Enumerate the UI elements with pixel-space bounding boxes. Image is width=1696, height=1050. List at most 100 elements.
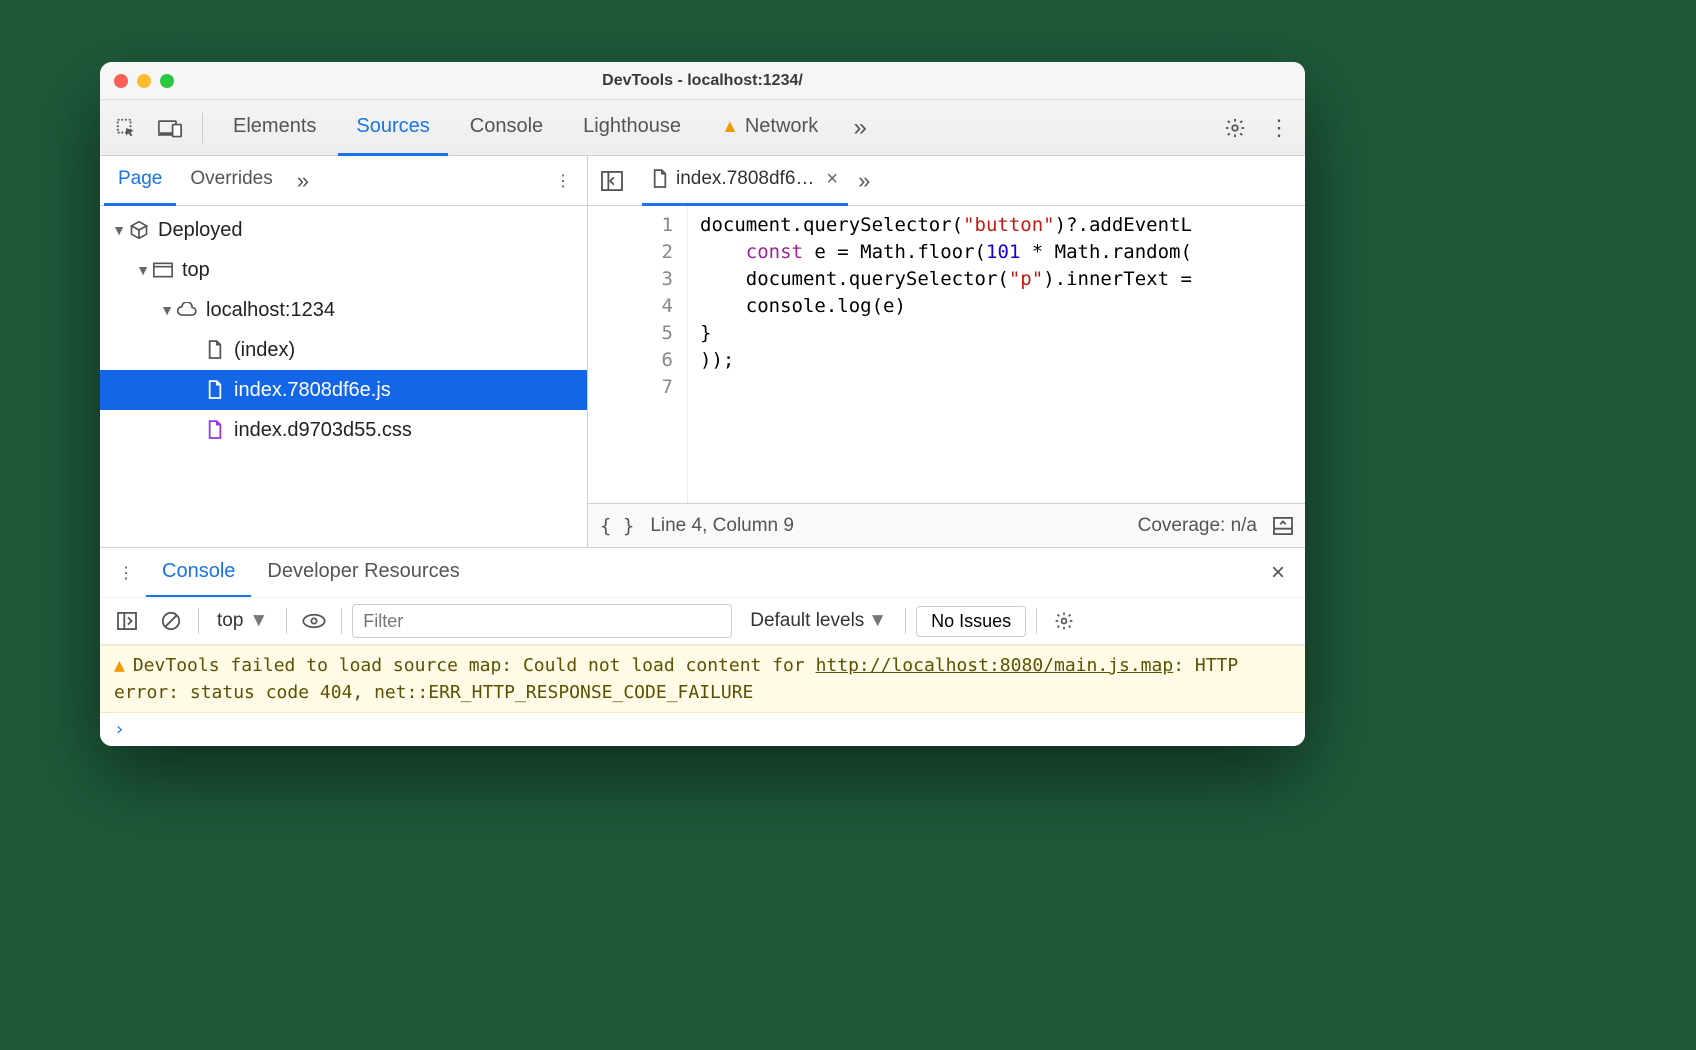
tree-label: top (182, 259, 210, 282)
more-tabs-icon[interactable]: » (840, 108, 880, 148)
tab-elements[interactable]: Elements (215, 100, 334, 156)
live-expression-icon[interactable] (297, 604, 331, 638)
navtab-more-icon[interactable]: » (287, 168, 319, 194)
editor-tab-label: index.7808df6… (676, 168, 814, 190)
inspect-element-icon[interactable] (106, 108, 146, 148)
tree-label: Deployed (158, 219, 243, 242)
code-body[interactable]: document.querySelector("button")?.addEve… (688, 206, 1305, 503)
line-number: 7 (588, 374, 673, 401)
navtab-page[interactable]: Page (104, 156, 176, 206)
issues-button[interactable]: No Issues (916, 606, 1026, 637)
tree-top[interactable]: ▼ top (100, 250, 587, 290)
divider (202, 113, 203, 143)
code-text: document.querySelector( (700, 214, 963, 236)
line-number: 6 (588, 347, 673, 374)
editor-tab-file[interactable]: index.7808df6… × (642, 156, 848, 206)
log-levels-select[interactable]: Default levels ▼ (742, 610, 895, 632)
sources-row: Page Overrides » ⋮ ▼ Deployed ▼ (100, 156, 1305, 547)
line-number: 1 (588, 212, 673, 239)
line-number: 4 (588, 293, 673, 320)
drawer-tabs: ⋮ Console Developer Resources × (100, 547, 1305, 597)
minimize-window-button[interactable] (137, 74, 151, 88)
tab-network[interactable]: ▲ Network (703, 100, 836, 156)
divider (905, 608, 906, 634)
tab-network-label: Network (745, 115, 818, 138)
tab-console[interactable]: Console (452, 100, 561, 156)
kebab-menu-icon[interactable]: ⋮ (1259, 108, 1299, 148)
drawer-tab-console[interactable]: Console (146, 548, 251, 598)
divider (286, 608, 287, 634)
settings-icon[interactable] (1215, 108, 1255, 148)
clear-console-icon[interactable] (154, 604, 188, 638)
navigator-kebab-icon[interactable]: ⋮ (543, 161, 583, 201)
toggle-navigator-icon[interactable] (594, 163, 630, 199)
file-tree: ▼ Deployed ▼ top ▼ (100, 206, 587, 547)
code-text: * Math.random( (1020, 241, 1192, 263)
divider (341, 608, 342, 634)
frame-icon (152, 262, 174, 278)
console-prompt[interactable]: › (100, 713, 1305, 746)
code-text (700, 241, 746, 263)
console-settings-icon[interactable] (1047, 604, 1081, 638)
line-gutter: 1 2 3 4 5 6 7 (588, 206, 688, 503)
tree-label: index.7808df6e.js (234, 379, 391, 402)
code-text: const (746, 241, 803, 263)
code-text: )?.addEventL (1055, 214, 1192, 236)
chevron-down-icon: ▼ (158, 302, 176, 318)
editor-statusbar: { } Line 4, Column 9 Coverage: n/a (588, 503, 1305, 547)
source-map-link[interactable]: http://localhost:8080/main.js.map (816, 655, 1174, 676)
warning-text: DevTools failed to load source map: Coul… (133, 655, 816, 676)
warning-icon: ▲ (114, 655, 125, 676)
code-text: ).innerText = (1043, 268, 1192, 290)
line-number: 5 (588, 320, 673, 347)
devtools-window: DevTools - localhost:1234/ Elements Sour… (100, 62, 1305, 746)
tab-lighthouse[interactable]: Lighthouse (565, 100, 699, 156)
code-text: "button" (963, 214, 1055, 236)
warning-icon: ▲ (721, 116, 739, 137)
drawer-kebab-icon[interactable]: ⋮ (106, 553, 146, 593)
coverage-label: Coverage: n/a (1138, 515, 1257, 537)
close-window-button[interactable] (114, 74, 128, 88)
code-text: "p" (1009, 268, 1043, 290)
show-console-sidebar-icon[interactable] (110, 604, 144, 638)
tree-label: (index) (234, 339, 295, 362)
editor-more-tabs-icon[interactable]: » (848, 168, 880, 194)
tree-host[interactable]: ▼ localhost:1234 (100, 290, 587, 330)
levels-label: Default levels (750, 610, 864, 632)
context-select[interactable]: top ▼ (209, 610, 276, 632)
tree-deployed[interactable]: ▼ Deployed (100, 210, 587, 250)
filter-input[interactable] (352, 604, 732, 638)
file-icon (652, 169, 668, 189)
tab-sources[interactable]: Sources (338, 100, 447, 156)
context-label: top (217, 610, 243, 632)
format-button[interactable]: { } (600, 515, 634, 537)
navigator-tabs: Page Overrides » ⋮ (100, 156, 587, 206)
chevron-down-icon: ▼ (249, 610, 268, 632)
toggle-details-icon[interactable] (1273, 517, 1293, 535)
drawer-tab-devres[interactable]: Developer Resources (251, 548, 475, 598)
close-tab-icon[interactable]: × (826, 168, 838, 191)
file-icon (204, 340, 226, 360)
divider (1036, 608, 1037, 634)
editor-pane: index.7808df6… × » 1 2 3 4 5 6 7 (588, 156, 1305, 547)
tree-label: index.d9703d55.css (234, 419, 412, 442)
code-text: document.querySelector( (700, 268, 1009, 290)
traffic-lights (114, 74, 174, 88)
maximize-window-button[interactable] (160, 74, 174, 88)
window-title: DevTools - localhost:1234/ (100, 72, 1305, 90)
code-text: } (700, 320, 1305, 347)
console-warning-row[interactable]: ▲ DevTools failed to load source map: Cou… (100, 645, 1305, 713)
close-drawer-icon[interactable]: × (1257, 559, 1299, 587)
console-body: ▲ DevTools failed to load source map: Cou… (100, 645, 1305, 746)
editor-tabs: index.7808df6… × » (588, 156, 1305, 206)
navigator-sidebar: Page Overrides » ⋮ ▼ Deployed ▼ (100, 156, 588, 547)
code-editor[interactable]: 1 2 3 4 5 6 7 document.querySelector("bu… (588, 206, 1305, 503)
chevron-down-icon: ▼ (110, 222, 128, 238)
chevron-down-icon: ▼ (134, 262, 152, 278)
tree-file-css[interactable]: index.d9703d55.css (100, 410, 587, 450)
tree-file-index[interactable]: (index) (100, 330, 587, 370)
tree-file-js[interactable]: index.7808df6e.js (100, 370, 587, 410)
navtab-overrides[interactable]: Overrides (176, 156, 286, 206)
tree-label: localhost:1234 (206, 299, 335, 322)
device-toolbar-icon[interactable] (150, 108, 190, 148)
